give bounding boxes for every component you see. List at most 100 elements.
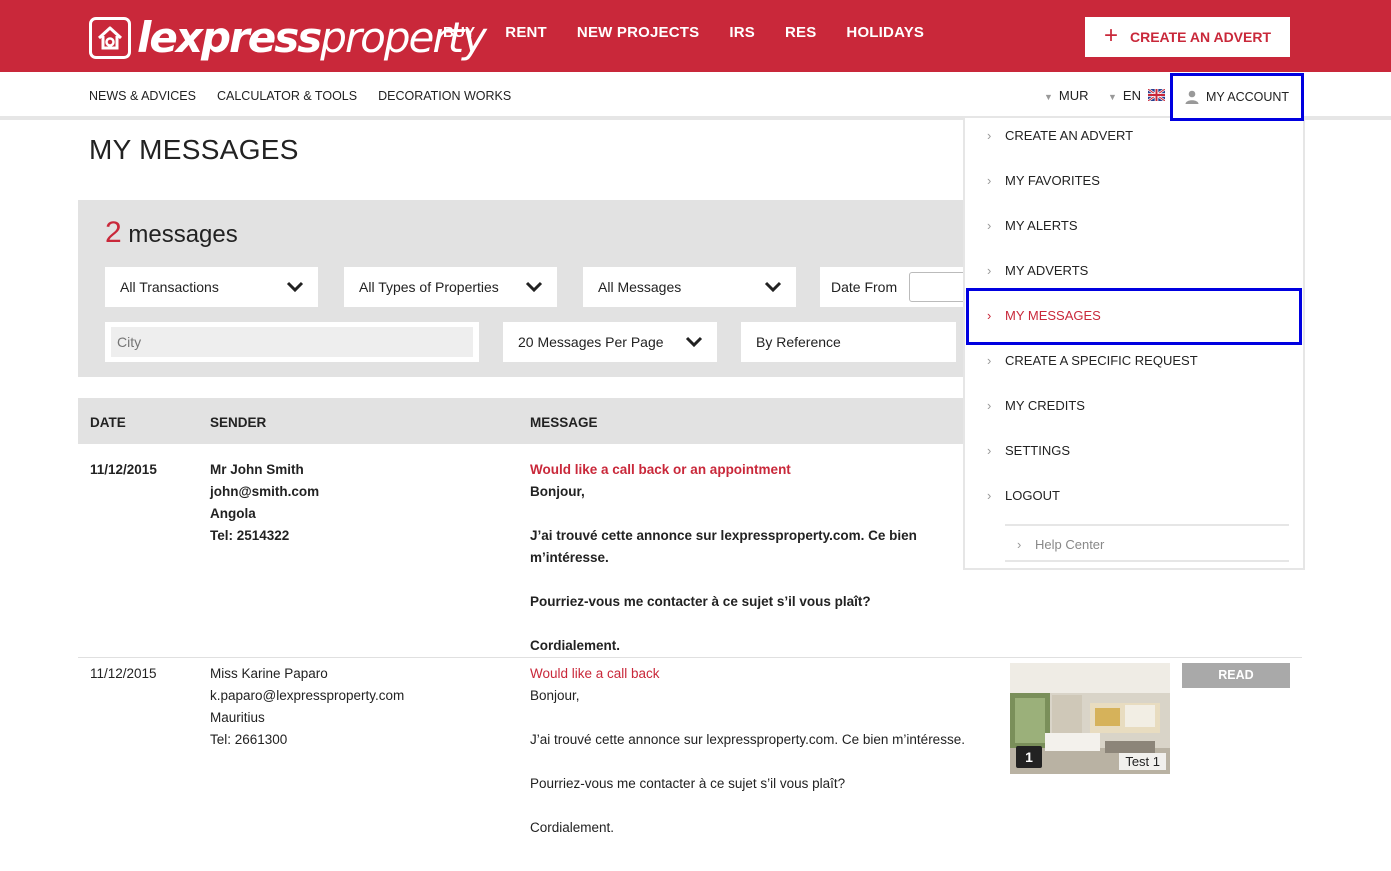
message-closing: Cordialement. [530, 638, 621, 653]
page-title: MY MESSAGES [89, 134, 299, 165]
nav-rent[interactable]: RENT [505, 24, 547, 41]
column-header-sender: SENDER [210, 415, 267, 430]
menu-item-my-alerts[interactable]: › MY ALERTS [987, 218, 1078, 233]
logo-bold: lexpress [137, 13, 322, 62]
menu-item-label: MY FAVORITES [1005, 173, 1100, 188]
language-selector[interactable]: ▼ EN [1108, 88, 1165, 103]
chevron-right-icon: › [987, 443, 992, 458]
my-account-button[interactable]: MY ACCOUNT [1170, 73, 1304, 121]
chevron-right-icon: › [987, 128, 992, 143]
sort-select[interactable]: By Reference [741, 322, 956, 362]
uk-flag-icon [1147, 89, 1165, 101]
property-caption: Test 1 [1119, 753, 1166, 770]
message-body: Pourriez-vous me contacter à ce sujet s’… [530, 776, 846, 791]
chevron-down-icon [764, 281, 782, 293]
menu-item-my-adverts[interactable]: › MY ADVERTS [987, 263, 1089, 278]
property-types-select[interactable]: All Types of Properties [344, 267, 557, 307]
message-closing: Cordialement. [530, 820, 615, 835]
sort-value: By Reference [756, 334, 841, 350]
chevron-right-icon: › [987, 173, 992, 188]
chevron-down-icon [685, 336, 703, 348]
message-subject[interactable]: Would like a call back [530, 663, 1000, 685]
menu-item-label: SETTINGS [1005, 443, 1071, 458]
language-value: EN [1122, 88, 1141, 103]
date-from-label: Date From [831, 279, 898, 295]
messages-count-number: 2 [105, 216, 122, 249]
chevron-right-icon: › [987, 308, 992, 323]
chevron-down-icon [286, 281, 304, 293]
subnav-decoration-works[interactable]: DECORATION WORKS [378, 89, 511, 103]
message-body: J’ai trouvé cette annonce sur lexpresspr… [530, 732, 965, 747]
menu-item-label: MY ALERTS [1005, 218, 1078, 233]
message-date: 11/12/2015 [90, 462, 157, 477]
menu-item-settings[interactable]: › SETTINGS [987, 443, 1071, 458]
photo-count-badge: 1 [1016, 746, 1042, 768]
city-input[interactable] [111, 327, 473, 357]
user-icon [1185, 90, 1199, 104]
menu-item-logout[interactable]: › LOGOUT [987, 488, 1060, 503]
messages-select[interactable]: All Messages [583, 267, 796, 307]
my-account-label: MY ACCOUNT [1205, 90, 1290, 104]
sender-info: Mr John Smith john@smith.com Angola Tel:… [210, 459, 510, 547]
column-header-message: MESSAGE [530, 415, 598, 430]
chevron-right-icon: › [987, 218, 992, 233]
message-content: Would like a call back Bonjour, J’ai tro… [530, 663, 1000, 839]
city-field-wrapper [105, 322, 479, 362]
subnav-calculator-tools[interactable]: CALCULATOR & TOOLS [217, 89, 357, 103]
chevron-right-icon: › [987, 398, 992, 413]
message-subject[interactable]: Would like a call back or an appointment [530, 459, 950, 481]
menu-item-my-messages[interactable]: › MY MESSAGES [987, 308, 1101, 323]
menu-item-my-credits[interactable]: › MY CREDITS [987, 398, 1085, 413]
nav-buy[interactable]: BUY [443, 24, 475, 41]
chevron-down-icon [525, 281, 543, 293]
transactions-value: All Transactions [120, 279, 219, 295]
menu-item-label: LOGOUT [1005, 488, 1060, 503]
site-logo[interactable]: lexpressproperty [89, 12, 487, 64]
sender-email[interactable]: k.paparo@lexpressproperty.com [210, 685, 510, 707]
nav-holidays[interactable]: HOLIDAYS [846, 24, 924, 41]
nav-new-projects[interactable]: NEW PROJECTS [577, 24, 699, 41]
menu-item-my-favorites[interactable]: › MY FAVORITES [987, 173, 1100, 188]
sender-email[interactable]: john@smith.com [210, 481, 510, 503]
message-greeting: Bonjour, [530, 688, 580, 703]
sender-tel: Tel: 2514322 [210, 528, 290, 543]
caret-down-icon: ▼ [1044, 92, 1053, 102]
menu-divider [1005, 524, 1289, 526]
subnav-news-advices[interactable]: NEWS & ADVICES [89, 89, 196, 103]
column-header-date: DATE [90, 415, 126, 430]
currency-selector[interactable]: ▼ MUR [1044, 88, 1089, 103]
menu-item-create-specific-request[interactable]: › CREATE A SPECIFIC REQUEST [987, 353, 1198, 368]
help-center-label: Help Center [1035, 537, 1105, 552]
menu-item-label: MY CREDITS [1005, 398, 1085, 413]
menu-item-label: MY ADVERTS [1005, 263, 1089, 278]
transactions-select[interactable]: All Transactions [105, 267, 318, 307]
nav-res[interactable]: RES [785, 24, 816, 41]
message-date: 11/12/2015 [90, 666, 157, 681]
currency-value: MUR [1058, 88, 1089, 103]
chevron-right-icon: › [987, 488, 992, 503]
logo-wordmark: lexpressproperty [137, 17, 487, 59]
messages-count: 2 messages [105, 216, 238, 250]
nav-irs[interactable]: IRS [729, 24, 755, 41]
message-greeting: Bonjour, [530, 484, 585, 499]
message-content: Would like a call back or an appointment… [530, 459, 950, 657]
property-thumbnail[interactable]: 1 Test 1 [1010, 663, 1170, 774]
create-advert-button[interactable]: + CREATE AN ADVERT [1085, 17, 1290, 57]
top-bar: lexpressproperty BUY RENT NEW PROJECTS I… [0, 0, 1391, 72]
sender-country: Angola [210, 506, 256, 521]
messages-value: All Messages [598, 279, 682, 295]
menu-item-label: CREATE A SPECIFIC REQUEST [1005, 353, 1198, 368]
property-types-value: All Types of Properties [359, 279, 499, 295]
date-from-input[interactable] [909, 272, 969, 302]
account-dropdown-menu: › CREATE AN ADVERT › MY FAVORITES › MY ALER… [963, 118, 1305, 570]
plus-icon: + [1103, 21, 1118, 49]
help-center-link[interactable]: › Help Center [1017, 537, 1105, 552]
menu-item-label: CREATE AN ADVERT [1005, 128, 1134, 143]
per-page-select[interactable]: 20 Messages Per Page [503, 322, 717, 362]
main-nav: BUY RENT NEW PROJECTS IRS RES HOLIDAYS [443, 24, 954, 41]
sender-name: Miss Karine Paparo [210, 666, 328, 681]
read-status-badge[interactable]: READ [1182, 663, 1290, 688]
chevron-right-icon: › [1017, 537, 1022, 552]
menu-item-create-advert[interactable]: › CREATE AN ADVERT [987, 128, 1134, 143]
menu-divider [1005, 560, 1289, 562]
